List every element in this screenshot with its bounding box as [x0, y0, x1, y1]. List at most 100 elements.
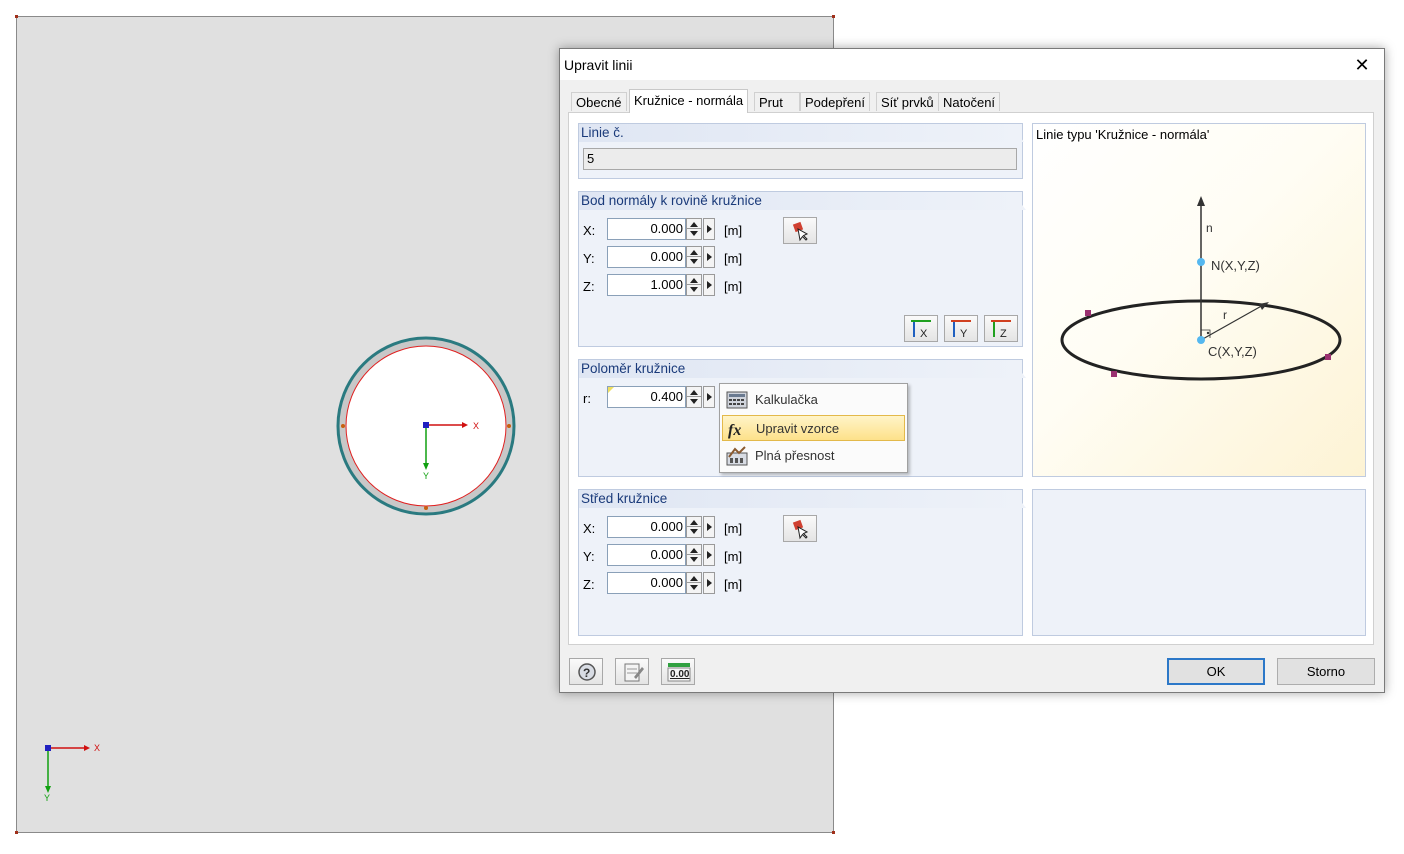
normal-x-input[interactable]: 0.000	[607, 218, 686, 240]
menu-arrow-button[interactable]	[703, 544, 715, 566]
group-normal-point: Bod normály k rovině kružnice X: 0.000 […	[578, 191, 1023, 347]
tab-obecne[interactable]: Obecné	[571, 92, 627, 111]
x-label: X:	[583, 223, 596, 238]
tab-natoceni[interactable]: Natočení	[938, 92, 1001, 111]
context-menu: Kalkulačka fx Upravit vzorce Plná přesno…	[719, 383, 908, 473]
edit-icon	[624, 663, 644, 682]
center-z-input[interactable]: 0.000	[607, 572, 686, 594]
unit-label: [m]	[724, 279, 743, 294]
canvas-corner-node	[832, 15, 835, 18]
z-label: Z:	[583, 577, 595, 592]
canvas-corner-node	[832, 831, 835, 834]
group-header: Bod normály k rovině kružnice	[579, 192, 1026, 210]
line-number-field: 5	[583, 148, 1017, 170]
preview-panel: Linie typu 'Kružnice - normála' n N(X,Y,…	[1032, 123, 1366, 477]
y-label: Y:	[583, 549, 595, 564]
menu-item-calculator[interactable]: Kalkulačka	[722, 387, 905, 413]
svg-text:X: X	[920, 328, 928, 340]
local-axes-icon	[423, 422, 468, 470]
group-header: Poloměr kružnice	[579, 360, 1026, 378]
center-y-input[interactable]: 0.000	[607, 544, 686, 566]
tab-podepreni[interactable]: Podepření	[800, 92, 870, 111]
dialog-titlebar[interactable]: Upravit linii ✕	[560, 49, 1384, 80]
spinner[interactable]	[686, 246, 702, 268]
z-axis-button[interactable]: Z	[984, 315, 1018, 342]
group-center: Střed kružnice X: 0.000 [m] Y: 0.000 [m]…	[578, 489, 1023, 636]
unit-label: [m]	[724, 549, 743, 564]
help-button[interactable]: ?	[569, 658, 603, 685]
canvas-corner-node	[15, 831, 18, 834]
z-label: Z:	[583, 279, 595, 294]
axis-y-label: Y	[423, 471, 430, 481]
y-axis-button[interactable]: Y	[944, 315, 978, 342]
spinner[interactable]	[686, 572, 702, 594]
tab-kruznice-normala[interactable]: Kružnice - normála	[629, 89, 749, 113]
unit-label: [m]	[724, 521, 743, 536]
unit-label: [m]	[724, 223, 743, 238]
menu-arrow-button[interactable]	[703, 516, 715, 538]
group-line-number: Linie č. 5	[578, 123, 1023, 179]
z-axis-icon: Z	[991, 320, 1011, 340]
group-header: Linie č.	[579, 124, 1024, 142]
edit-button[interactable]	[615, 658, 649, 685]
spinner[interactable]	[686, 544, 702, 566]
edit-line-dialog: Upravit linii ✕ Obecné Kružnice - normál…	[559, 48, 1385, 693]
spinner[interactable]	[686, 386, 702, 408]
center-x-input[interactable]: 0.000	[607, 516, 686, 538]
formula-marker	[608, 387, 614, 393]
tab-sit-prvku[interactable]: Síť prvků	[876, 92, 939, 111]
pick-point-icon	[792, 519, 809, 540]
normal-y-input[interactable]: 0.000	[607, 246, 686, 268]
svg-text:fx: fx	[728, 422, 741, 439]
global-axis-x-label: X	[94, 743, 101, 753]
x-axis-button[interactable]: X	[904, 315, 938, 342]
menu-arrow-button[interactable]	[703, 572, 715, 594]
cancel-button[interactable]: Storno	[1277, 658, 1375, 685]
unit-label: [m]	[724, 577, 743, 592]
calculator-icon	[726, 391, 748, 409]
menu-item-label: Kalkulačka	[755, 392, 818, 407]
spinner[interactable]	[686, 218, 702, 240]
menu-arrow-button[interactable]	[703, 246, 715, 268]
pick-point-button[interactable]	[783, 217, 817, 244]
decimal-places-text: 0.00	[670, 669, 690, 680]
r-label: r:	[583, 391, 591, 406]
x-label: X:	[583, 521, 596, 536]
global-axis-y-label: Y	[44, 793, 51, 803]
formula-fx-icon: fx	[728, 422, 741, 439]
pick-point-button[interactable]	[783, 515, 817, 542]
menu-arrow-button[interactable]	[703, 218, 715, 240]
menu-arrow-button[interactable]	[703, 274, 715, 296]
pick-point-icon	[792, 221, 809, 242]
svg-text:Z: Z	[1000, 328, 1007, 340]
unit-label: [m]	[724, 251, 743, 266]
help-icon: ?	[578, 663, 596, 681]
menu-item-label: Plná přesnost	[755, 448, 835, 463]
svg-text:?: ?	[583, 666, 590, 680]
menu-item-full-precision[interactable]: Plná přesnost	[722, 443, 905, 469]
label-c-point: C(X,Y,Z)	[1208, 344, 1257, 359]
label-n-point: N(X,Y,Z)	[1211, 258, 1260, 273]
menu-item-edit-formulas[interactable]: fx Upravit vzorce	[722, 415, 905, 441]
y-label: Y:	[583, 251, 595, 266]
menu-arrow-button[interactable]	[703, 386, 715, 408]
axis-x-label: X	[473, 421, 480, 431]
tab-prut[interactable]: Prut	[754, 92, 800, 111]
menu-item-label: Upravit vzorce	[756, 421, 840, 436]
decimal-places-button[interactable]: 0.00	[661, 658, 695, 685]
ok-button[interactable]: OK	[1167, 658, 1265, 685]
canvas-corner-node	[15, 15, 18, 18]
x-axis-icon: X	[911, 320, 931, 340]
dialog-title: Upravit linii	[564, 57, 633, 73]
y-axis-icon: Y	[951, 320, 971, 340]
label-n: n	[1206, 221, 1213, 235]
info-panel	[1032, 489, 1366, 636]
spinner[interactable]	[686, 274, 702, 296]
normal-z-input[interactable]: 1.000	[607, 274, 686, 296]
spinner[interactable]	[686, 516, 702, 538]
close-button[interactable]: ✕	[1347, 53, 1377, 77]
full-precision-icon	[726, 446, 748, 466]
radius-input[interactable]: 0.400	[607, 386, 686, 408]
circle-normal-diagram	[1060, 196, 1342, 381]
group-header: Střed kružnice	[579, 490, 1026, 508]
